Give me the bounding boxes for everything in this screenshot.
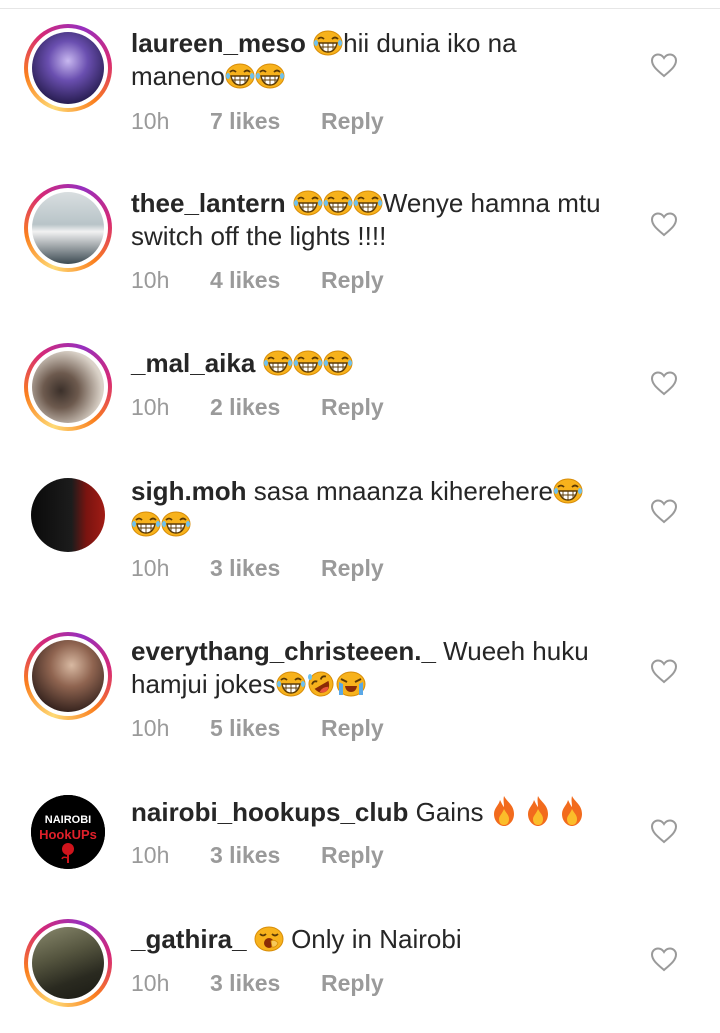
comment-likes[interactable]: 3 likes bbox=[210, 842, 321, 869]
comment-username[interactable]: _gathira_ bbox=[131, 924, 247, 954]
comment-time: 10h bbox=[131, 970, 170, 996]
comment-time: 10h bbox=[131, 715, 170, 741]
heart-outline-icon[interactable] bbox=[650, 658, 678, 684]
rose-icon bbox=[61, 843, 74, 863]
heart-outline-icon[interactable] bbox=[650, 52, 678, 78]
loudly-crying-face-icon bbox=[336, 671, 366, 697]
comment-username[interactable]: nairobi_hookups_club bbox=[131, 797, 408, 827]
comment-likes[interactable]: 3 likes bbox=[210, 970, 321, 997]
top-divider bbox=[0, 0, 720, 9]
comment-body: Only in Nairobi bbox=[291, 924, 462, 954]
fire-icon bbox=[491, 795, 517, 827]
comment-body: hii dunia iko na bbox=[343, 28, 517, 58]
avatar[interactable] bbox=[24, 919, 112, 1007]
face-with-tears-of-joy-icon bbox=[255, 63, 285, 89]
comment-body: Wenye hamna mtu bbox=[382, 188, 601, 218]
comment-body: Gains bbox=[415, 797, 484, 827]
comment-text: sigh.moh sasa mnaanza kiherehere bbox=[131, 475, 641, 541]
heart-outline-icon[interactable] bbox=[650, 370, 678, 396]
comment-username[interactable]: thee_lantern bbox=[131, 188, 286, 218]
face-with-tears-of-joy-icon bbox=[263, 350, 293, 376]
comment-username[interactable]: _mal_aika bbox=[131, 348, 255, 378]
comment-time: 10h bbox=[131, 842, 170, 868]
heart-outline-icon[interactable] bbox=[650, 498, 678, 524]
comment-text: nairobi_hookups_club Gains bbox=[131, 795, 641, 829]
face-with-tears-of-joy-icon bbox=[276, 671, 306, 697]
comment-time: 10h bbox=[131, 108, 170, 134]
face-with-tears-of-joy-icon bbox=[353, 190, 383, 216]
reply-button[interactable]: Reply bbox=[321, 970, 384, 997]
comment-body: Wueeh huku bbox=[443, 636, 589, 666]
comment-body-line2: switch off the lights !!!! bbox=[131, 221, 387, 251]
face-with-tears-of-joy-icon bbox=[323, 190, 353, 216]
comment-text: thee_lantern Wenye hamna mtu switch off … bbox=[131, 187, 641, 253]
reply-button[interactable]: Reply bbox=[321, 715, 384, 742]
comment-text: _gathira_ Only in Nairobi bbox=[131, 923, 641, 956]
comment-meta: 10h 3 likes Reply bbox=[131, 555, 384, 582]
reply-button[interactable]: Reply bbox=[321, 555, 384, 582]
face-with-tears-of-joy-icon bbox=[293, 350, 323, 376]
comment-text: _mal_aika bbox=[131, 347, 641, 380]
comment-username[interactable]: laureen_meso bbox=[131, 28, 306, 58]
avatar[interactable]: NAIROBI HookUPs bbox=[31, 795, 105, 869]
comment-meta: 10h 3 likes Reply bbox=[131, 970, 384, 997]
comment-meta: 10h 3 likes Reply bbox=[131, 842, 384, 869]
comment-text: laureen_meso hii dunia iko na maneno bbox=[131, 27, 641, 93]
comment-time: 10h bbox=[131, 555, 170, 581]
comment-likes[interactable]: 5 likes bbox=[210, 715, 321, 742]
reply-button[interactable]: Reply bbox=[321, 267, 384, 294]
face-with-tears-of-joy-icon bbox=[293, 190, 323, 216]
comment-body-line2: maneno bbox=[131, 61, 225, 91]
face-with-tears-of-joy-icon bbox=[225, 63, 255, 89]
fire-icon bbox=[559, 795, 585, 827]
face-with-tears-of-joy-icon bbox=[131, 511, 161, 537]
comment-text: everythang_christeeen._ Wueeh huku hamju… bbox=[131, 635, 641, 701]
reply-button[interactable]: Reply bbox=[321, 394, 384, 421]
reply-button[interactable]: Reply bbox=[321, 108, 384, 135]
face-with-tears-of-joy-icon bbox=[323, 350, 353, 376]
comment-meta: 10h 7 likes Reply bbox=[131, 108, 384, 135]
logo-text-bottom: HookUPs bbox=[39, 827, 97, 842]
comment-username[interactable]: everythang_christeeen._ bbox=[131, 636, 436, 666]
heart-outline-icon[interactable] bbox=[650, 946, 678, 972]
reply-button[interactable]: Reply bbox=[321, 842, 384, 869]
avatar[interactable] bbox=[24, 343, 112, 431]
logo-text-top: NAIROBI bbox=[44, 814, 92, 826]
comment-meta: 10h 4 likes Reply bbox=[131, 267, 384, 294]
face-with-tears-of-joy-icon bbox=[553, 478, 583, 504]
comment-likes[interactable]: 2 likes bbox=[210, 394, 321, 421]
heart-outline-icon[interactable] bbox=[650, 818, 678, 844]
comment-likes[interactable]: 3 likes bbox=[210, 555, 321, 582]
heart-outline-icon[interactable] bbox=[650, 211, 678, 237]
yawning-face-icon bbox=[254, 926, 284, 952]
comment-body-line2: hamjui jokes bbox=[131, 669, 276, 699]
fire-icon bbox=[525, 795, 551, 827]
comment-meta: 10h 2 likes Reply bbox=[131, 394, 384, 421]
avatar[interactable] bbox=[31, 478, 105, 552]
rolling-on-the-floor-laughing-icon bbox=[306, 671, 336, 697]
comment-time: 10h bbox=[131, 267, 170, 293]
comment-body: sasa mnaanza kiherehere bbox=[253, 476, 553, 506]
avatar[interactable] bbox=[24, 632, 112, 720]
comment-username[interactable]: sigh.moh bbox=[131, 476, 247, 506]
face-with-tears-of-joy-icon bbox=[313, 30, 343, 56]
comment-meta: 10h 5 likes Reply bbox=[131, 715, 384, 742]
comment-likes[interactable]: 4 likes bbox=[210, 267, 321, 294]
comment-time: 10h bbox=[131, 394, 170, 420]
avatar[interactable] bbox=[24, 184, 112, 272]
comment-likes[interactable]: 7 likes bbox=[210, 108, 321, 135]
avatar[interactable] bbox=[24, 24, 112, 112]
face-with-tears-of-joy-icon bbox=[161, 511, 191, 537]
